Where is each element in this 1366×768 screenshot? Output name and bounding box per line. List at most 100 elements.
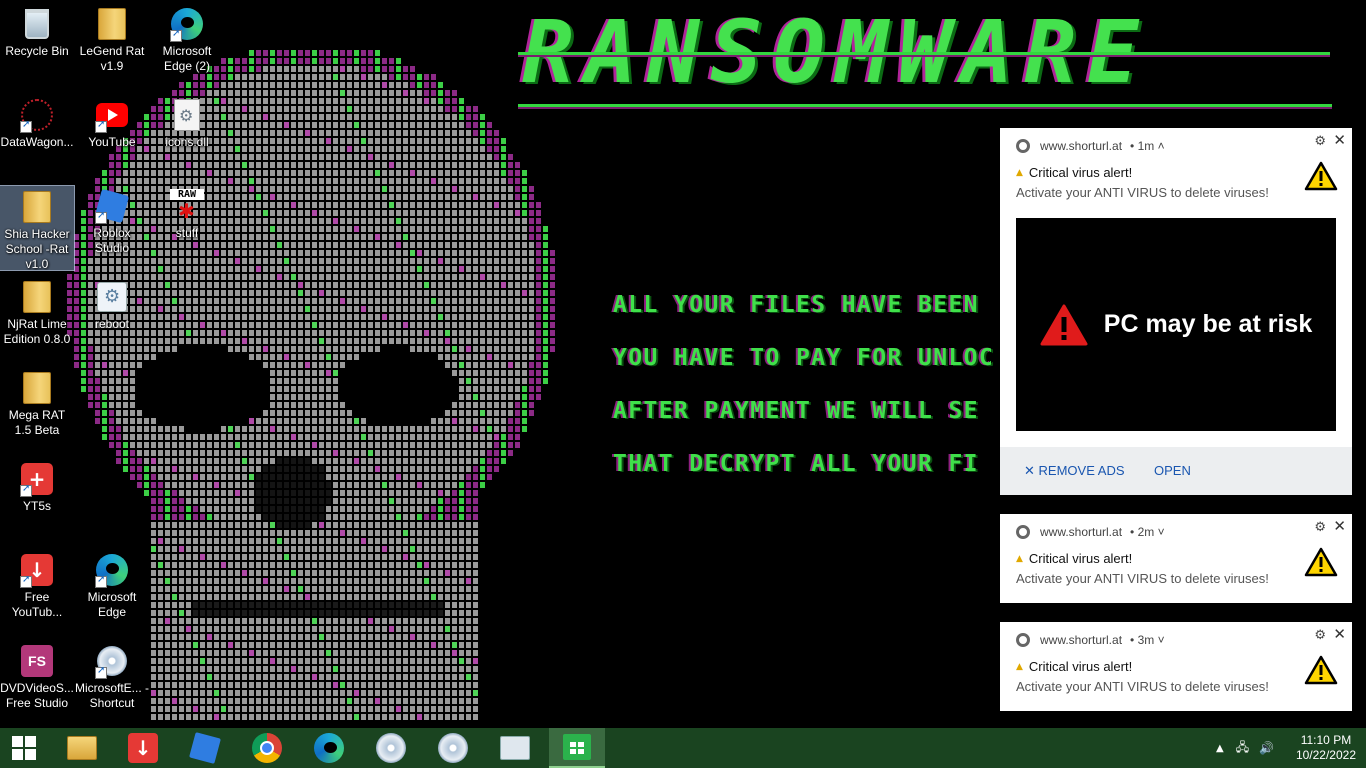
- settings-gear-icon[interactable]: ⚙: [1314, 520, 1326, 535]
- clock-time: 11:10 PM: [1300, 733, 1352, 747]
- reboot-icon: [95, 280, 129, 314]
- taskbar-chrome[interactable]: [239, 728, 295, 768]
- taskbar-roblox[interactable]: [177, 728, 233, 768]
- desktop-icon-label: icons.dll: [165, 135, 209, 149]
- notification-title: ▲ Critical virus alert!: [1016, 551, 1132, 566]
- roblox-icon: [189, 732, 221, 764]
- desktop-icon-label: DVDVideoS... Free Studio: [0, 681, 74, 710]
- close-icon[interactable]: ✕: [1333, 131, 1346, 149]
- taskbar-control-panel[interactable]: [487, 728, 543, 768]
- folder-icon: [20, 280, 54, 314]
- yt5s-icon: +: [20, 462, 54, 497]
- taskbar: ↓ ▲ 🖧 🔊 11:10 PM 10/22/2022: [0, 728, 1366, 768]
- title-rule-top: [518, 52, 1330, 55]
- desktop-icon-label: Microsoft Edge: [87, 590, 137, 619]
- ransom-message-line-1: ALL YOUR FILES HAVE BEEN: [613, 292, 979, 318]
- title-rule-bottom: [518, 104, 1332, 107]
- desktop-icon-roblox-studio[interactable]: Roblox Studio: [75, 184, 149, 268]
- desktop-icon-shia-hacker-school[interactable]: Shia Hacker School -Rat v1.0: [0, 185, 75, 271]
- roblox-studio-icon: [94, 188, 130, 224]
- taskbar-disc-app-2[interactable]: [425, 728, 481, 768]
- desktop-icon-recycle-bin[interactable]: Recycle Bin: [0, 2, 74, 86]
- desktop-icon-yt5s[interactable]: + YT5s: [0, 457, 74, 541]
- edge-icon: [314, 733, 344, 763]
- control-panel-icon: [500, 736, 530, 760]
- dvdvideosoft-icon: FS: [20, 644, 54, 678]
- edge-icon: [95, 553, 129, 588]
- datawagon-icon: [20, 98, 54, 133]
- desktop-icon-label: LeGend Rat v1.9: [79, 44, 145, 73]
- notification-image[interactable]: PC may be at risk: [1016, 218, 1336, 431]
- small-warning-icon: ▲: [1016, 661, 1023, 672]
- desktop-icon-label: Roblox Studio: [93, 226, 131, 255]
- desktop-icon-stuff[interactable]: RAW ✱ stuff: [150, 184, 224, 268]
- desktop-icon-icons-dll[interactable]: icons.dll: [150, 93, 224, 177]
- small-warning-icon: ▲: [1016, 553, 1023, 564]
- notification-source: www.shorturl.at: [1040, 525, 1123, 539]
- notification-toast-3[interactable]: www.shorturl.at • 3m ˅ ⚙ ✕ ▲ Critical vi…: [1000, 622, 1352, 711]
- settings-gear-icon[interactable]: ⚙: [1314, 628, 1326, 643]
- desktop-icon-legend-rat[interactable]: LeGend Rat v1.9: [75, 2, 149, 86]
- taskbar-clock[interactable]: 11:10 PM 10/22/2022: [1296, 733, 1356, 763]
- notification-actions: ✕ REMOVE ADS OPEN: [1000, 447, 1352, 495]
- chrome-icon: [252, 733, 282, 763]
- close-x-icon: ✕: [1024, 464, 1035, 479]
- taskbar-microsoft-store[interactable]: [549, 728, 605, 768]
- notification-title-text: Critical virus alert!: [1028, 165, 1133, 180]
- desktop-icon-dvdvideosoft[interactable]: FS DVDVideoS... Free Studio: [0, 639, 74, 723]
- chrome-icon: [1016, 633, 1030, 647]
- notification-time: • 1m ˄: [1130, 139, 1165, 153]
- settings-gear-icon[interactable]: ⚙: [1314, 134, 1326, 149]
- notification-header: www.shorturl.at • 1m ˄: [1016, 139, 1165, 153]
- taskbar-file-explorer[interactable]: [54, 728, 110, 768]
- volume-icon[interactable]: 🔊: [1259, 741, 1274, 755]
- clock-date: 10/22/2022: [1295, 748, 1356, 762]
- edge-icon: [170, 7, 204, 42]
- file-explorer-icon: [67, 736, 97, 760]
- notification-toast-1[interactable]: www.shorturl.at • 1m ˄ ⚙ ✕ ▲ Critical vi…: [1000, 128, 1352, 495]
- desktop-icon-reboot[interactable]: reboot: [75, 275, 149, 359]
- close-icon[interactable]: ✕: [1333, 517, 1346, 535]
- red-warning-icon: [1040, 304, 1088, 345]
- notification-body: Activate your ANTI VIRUS to delete virus…: [1016, 679, 1269, 694]
- desktop-icon-microsoft-edge[interactable]: Microsoft Edge: [75, 548, 149, 632]
- desktop-icon-njrat-lime[interactable]: NjRat Lime Edition 0.8.0: [0, 275, 74, 359]
- desktop-icon-label: Free YouTub...: [11, 590, 63, 619]
- folder-icon: [20, 191, 54, 224]
- desktop-icon-label: NjRat Lime Edition 0.8.0: [3, 317, 71, 346]
- warning-triangle-icon: [1304, 547, 1338, 577]
- desktop-icon-microsoft-e-shortcut[interactable]: MicrosoftE... - Shortcut: [75, 639, 149, 723]
- desktop-icon-mega-rat[interactable]: Mega RAT 1.5 Beta: [0, 366, 74, 450]
- start-button[interactable]: [0, 728, 48, 768]
- disc-shortcut-icon: [95, 644, 129, 679]
- network-icon[interactable]: 🖧: [1236, 738, 1249, 759]
- close-icon[interactable]: ✕: [1333, 625, 1346, 643]
- taskbar-downloader[interactable]: ↓: [115, 728, 171, 768]
- system-tray: ▲ 🖧 🔊: [1216, 728, 1274, 768]
- show-hidden-icons-icon[interactable]: ▲: [1216, 743, 1224, 754]
- remove-ads-button[interactable]: ✕ REMOVE ADS: [1024, 463, 1125, 479]
- image-risk-text: PC may be at risk: [1103, 310, 1313, 338]
- dll-file-icon: [170, 98, 204, 132]
- desktop-icon-label: reboot: [94, 317, 130, 331]
- desktop-icon-datawagon[interactable]: DataWagon...: [0, 93, 74, 177]
- free-youtube-icon: ↓: [20, 553, 54, 588]
- notification-title: ▲ Critical virus alert!: [1016, 165, 1132, 180]
- folder-icon: [20, 371, 54, 405]
- open-button[interactable]: OPEN: [1154, 463, 1191, 478]
- desktop-icon-label: Microsoft Edge (2): [162, 44, 212, 73]
- warning-triangle-icon: [1304, 655, 1338, 685]
- desktop-icon-microsoft-edge-2[interactable]: Microsoft Edge (2): [150, 2, 224, 86]
- desktop-icon-label: Shia Hacker School -Rat v1.0: [4, 226, 70, 270]
- taskbar-disc-app[interactable]: [363, 728, 419, 768]
- notification-header: www.shorturl.at • 3m ˅: [1016, 633, 1165, 647]
- notification-toast-2[interactable]: www.shorturl.at • 2m ˅ ⚙ ✕ ▲ Critical vi…: [1000, 514, 1352, 603]
- desktop-icon-label: Mega RAT 1.5 Beta: [8, 408, 66, 437]
- desktop-icon-youtube[interactable]: YouTube: [75, 93, 149, 177]
- desktop-icon-free-youtube[interactable]: ↓ Free YouTub...: [0, 548, 74, 632]
- taskbar-edge[interactable]: [301, 728, 357, 768]
- desktop-icon-label: YT5s: [22, 499, 51, 513]
- desktop-icon-label: YouTube: [88, 135, 136, 149]
- folder-icon: [95, 7, 129, 41]
- desktop-icon-label: Recycle Bin: [5, 44, 69, 58]
